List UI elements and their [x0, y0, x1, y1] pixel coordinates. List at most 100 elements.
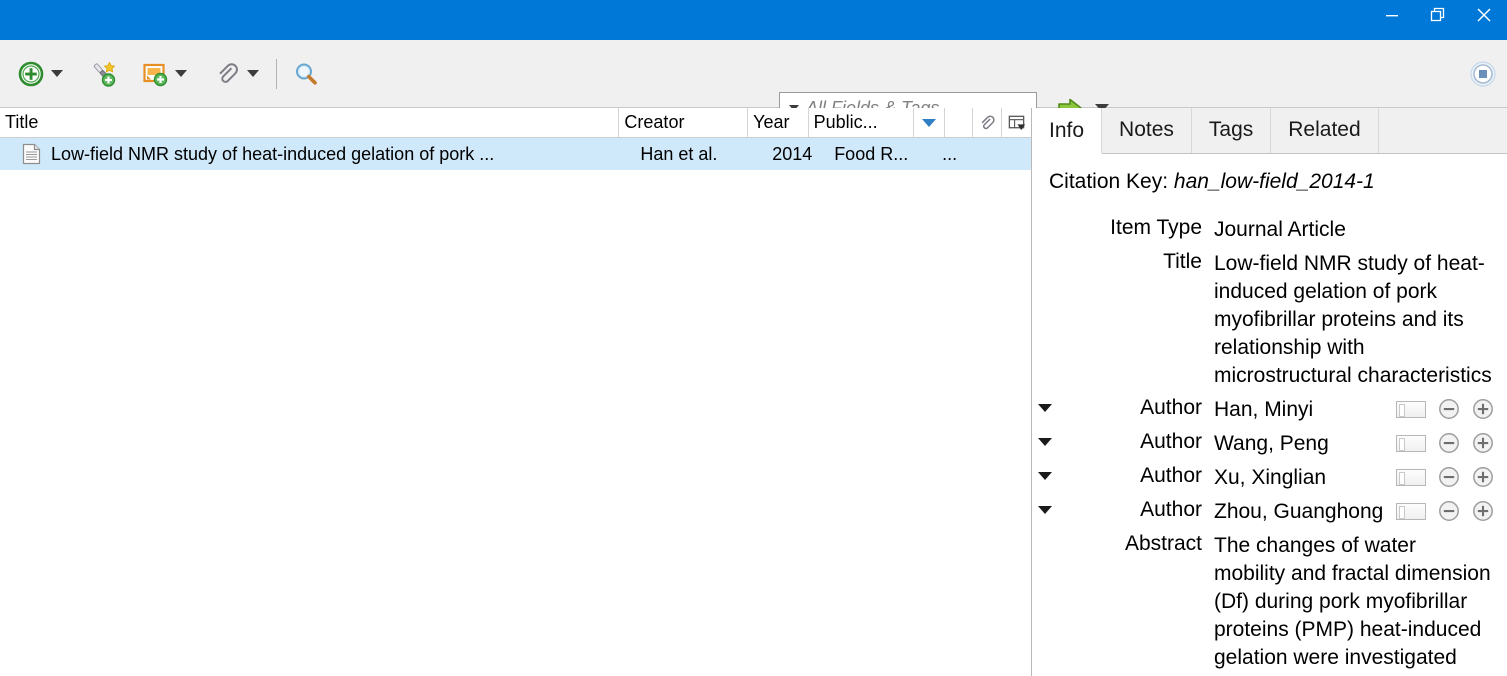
author-twisty-button[interactable]: [1032, 460, 1058, 480]
row-title-text: Low-field NMR study of heat-induced gela…: [51, 143, 495, 164]
field-value-author[interactable]: Han, Minyi: [1202, 392, 1388, 424]
column-header-spacer: [945, 108, 973, 137]
author-controls: [1396, 392, 1494, 420]
citation-key-row: Citation Key: han_low-field_2014-1: [1032, 170, 1507, 212]
switch-field-mode-button[interactable]: [1396, 468, 1426, 486]
paperclip-icon: [981, 115, 995, 129]
minus-circle-icon: [1439, 467, 1459, 487]
items-column-header: Title Creator Year Public...: [0, 108, 1031, 138]
info-pane: Citation Key: han_low-field_2014-1 Item …: [1032, 154, 1507, 676]
tab-tags[interactable]: Tags: [1191, 108, 1272, 153]
cell-publication: Food R...: [829, 138, 937, 170]
field-label-author: Author: [1140, 430, 1202, 453]
item-pane: Info Notes Tags Related Citation Key: ha…: [1032, 108, 1507, 676]
row-year-text: 2014: [772, 143, 813, 164]
field-title: Title Low-field NMR study of heat-induce…: [1032, 246, 1507, 390]
zotero-window: All Fields & Tags Title: [0, 0, 1507, 676]
new-standalone-item-icon: [140, 59, 170, 89]
chevron-down-icon: [1038, 438, 1052, 446]
tab-info[interactable]: Info: [1032, 108, 1103, 154]
magic-wand-icon: [88, 59, 118, 89]
column-header-title-label: Title: [5, 112, 39, 132]
advanced-search-button[interactable]: [287, 53, 325, 95]
add-creator-button[interactable]: [1472, 466, 1494, 488]
twisty-slot: [1032, 528, 1058, 540]
author-twisty-button[interactable]: [1032, 494, 1058, 514]
plus-circle-icon: [1473, 467, 1493, 487]
add-creator-button[interactable]: [1472, 432, 1494, 454]
author-twisty-button[interactable]: [1032, 426, 1058, 446]
field-item-type: Item Type Journal Article: [1032, 212, 1507, 244]
author-controls: [1396, 426, 1494, 454]
remove-creator-button[interactable]: [1438, 432, 1460, 454]
restore-button[interactable]: [1415, 0, 1461, 30]
tab-info-label: Info: [1049, 118, 1085, 142]
remove-creator-button[interactable]: [1438, 398, 1460, 420]
item-pane-tabs: Info Notes Tags Related: [1032, 108, 1507, 154]
twisty-slot: [1032, 212, 1058, 224]
chevron-down-icon[interactable]: [247, 70, 259, 77]
tab-related-label: Related: [1288, 118, 1361, 141]
cell-year: 2014: [767, 138, 829, 170]
tab-related[interactable]: Related: [1271, 108, 1379, 153]
journal-article-icon: [22, 143, 41, 165]
field-author-3: Author Xu, Xinglian: [1032, 460, 1507, 492]
table-row[interactable]: Low-field NMR study of heat-induced gela…: [0, 138, 1031, 170]
cell-creator: Han et al.: [635, 138, 767, 170]
add-creator-button[interactable]: [1472, 398, 1494, 420]
row-publication-text: Food R...: [834, 143, 909, 164]
field-label-title: Title: [1163, 250, 1202, 273]
field-value-author[interactable]: Zhou, Guanghong: [1202, 494, 1388, 526]
chevron-down-icon[interactable]: [51, 70, 63, 77]
field-value-title[interactable]: Low-field NMR study of heat-induced gela…: [1202, 246, 1502, 390]
chevron-down-icon[interactable]: [175, 70, 187, 77]
switch-field-mode-button[interactable]: [1396, 400, 1426, 418]
close-button[interactable]: [1461, 0, 1507, 30]
row-extra-text: ...: [942, 143, 958, 164]
new-item-button[interactable]: [12, 53, 70, 95]
column-header-attachments[interactable]: [973, 108, 1002, 137]
cell-extra: ...: [937, 138, 1031, 170]
remove-creator-button[interactable]: [1438, 500, 1460, 522]
field-value-item-type[interactable]: Journal Article: [1202, 212, 1507, 244]
add-by-identifier-button[interactable]: [84, 53, 122, 95]
sync-button[interactable]: [1467, 58, 1499, 90]
minimize-button[interactable]: [1369, 0, 1415, 30]
remove-creator-button[interactable]: [1438, 466, 1460, 488]
switch-field-mode-button[interactable]: [1396, 434, 1426, 452]
column-picker-icon: [1008, 115, 1025, 131]
field-abstract: Abstract The changes of water mobility a…: [1032, 528, 1507, 676]
field-label-abstract: Abstract: [1124, 532, 1202, 555]
column-header-title[interactable]: Title: [0, 108, 620, 137]
column-header-publication-label: Public...: [813, 112, 878, 132]
field-author-4: Author Zhou, Guanghong: [1032, 494, 1507, 526]
switch-field-mode-button[interactable]: [1396, 502, 1426, 520]
author-controls: [1396, 494, 1494, 522]
column-header-creator[interactable]: Creator: [619, 108, 749, 137]
items-pane: Title Creator Year Public... Low-field N…: [0, 108, 1032, 676]
field-value-abstract[interactable]: The changes of water mobility and fracta…: [1202, 528, 1492, 676]
tab-notes[interactable]: Notes: [1102, 108, 1192, 153]
field-value-author[interactable]: Xu, Xinglian: [1202, 460, 1388, 492]
column-header-publication[interactable]: Public...: [809, 108, 914, 137]
minus-circle-icon: [1439, 433, 1459, 453]
add-creator-button[interactable]: [1472, 500, 1494, 522]
field-value-author[interactable]: Wang, Peng: [1202, 426, 1388, 458]
tab-tags-label: Tags: [1208, 118, 1254, 141]
plus-circle-icon: [1473, 501, 1493, 521]
plus-circle-icon: [1473, 399, 1493, 419]
column-picker-button[interactable]: [1002, 108, 1031, 137]
author-twisty-button[interactable]: [1032, 392, 1058, 412]
items-empty-area[interactable]: [0, 170, 1031, 676]
title-bar: [0, 0, 1507, 40]
citation-key-value: han_low-field_2014-1: [1173, 170, 1375, 193]
chevron-down-icon: [1038, 404, 1052, 412]
sync-icon: [1470, 60, 1496, 87]
field-label-author: Author: [1140, 498, 1202, 521]
minus-circle-icon: [1439, 501, 1459, 521]
new-attachment-button[interactable]: [136, 53, 194, 95]
column-header-year[interactable]: Year: [748, 108, 809, 137]
paperclip-icon: [212, 59, 242, 89]
add-attachment-button[interactable]: [208, 53, 266, 95]
main-body: Title Creator Year Public... Low-field N…: [0, 108, 1507, 676]
